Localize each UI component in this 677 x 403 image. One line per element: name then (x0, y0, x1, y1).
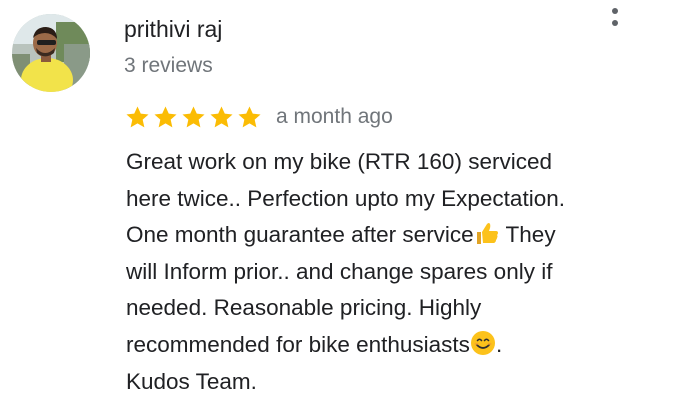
review-text-segment: here twice.. Perfection upto my Expectat… (126, 185, 565, 211)
review-text-segment: They (499, 222, 556, 248)
thumbs-up-emoji (474, 222, 500, 247)
rating-row: a month ago (124, 102, 393, 132)
avatar[interactable] (12, 14, 90, 92)
review-text-segment: Kudos Team. (126, 368, 257, 394)
star-icon (238, 105, 261, 127)
review-text-segment: will Inform prior.. and change spares on… (126, 258, 553, 284)
review-text-segment: One month guarantee after service (126, 222, 474, 248)
star-icon (182, 105, 205, 127)
review-text-segment: Great work on my bike (RTR 160) serviced (126, 149, 552, 174)
review-text-line: recommended for bike enthusiasts. (126, 327, 666, 364)
star-icon (154, 105, 177, 127)
star-icon (126, 105, 149, 127)
review-text: Great work on my bike (RTR 160) serviced… (126, 144, 666, 400)
review-text-segment: recommended for bike enthusiasts (126, 331, 470, 357)
review-card: prithivi raj 3 reviews a month ago Great… (0, 0, 677, 403)
review-count[interactable]: 3 reviews (124, 54, 213, 78)
smiling-face-emoji (470, 330, 496, 357)
review-text-line: will Inform prior.. and change spares on… (126, 254, 666, 291)
review-text-line: Kudos Team. (126, 364, 666, 401)
star-rating (124, 104, 263, 131)
review-text-line: One month guarantee after service They (126, 217, 666, 254)
star-icon (210, 105, 233, 127)
review-text-line: needed. Reasonable pricing. Highly (126, 290, 666, 327)
review-text-segment: . (495, 331, 503, 357)
more-vert-icon (612, 8, 618, 14)
review-text-line: here twice.. Perfection upto my Expectat… (126, 181, 666, 218)
review-text-line: Great work on my bike (RTR 160) serviced (126, 144, 666, 181)
more-options-button[interactable] (604, 0, 626, 26)
review-text-segment: needed. Reasonable pricing. Highly (126, 295, 482, 321)
author-name[interactable]: prithivi raj (124, 16, 222, 43)
review-time: a month ago (276, 105, 393, 128)
more-vert-icon-dot (612, 20, 618, 26)
